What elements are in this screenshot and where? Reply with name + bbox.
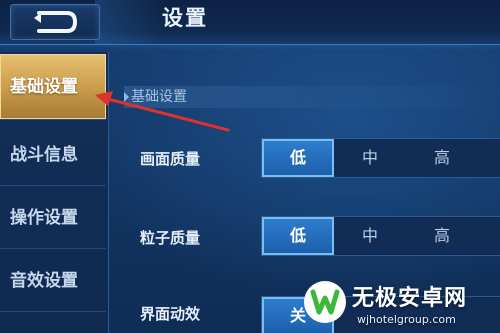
graphics-quality-low[interactable]: 低 — [262, 139, 334, 177]
watermark-site-url: wjhotelgroup.com — [357, 313, 456, 326]
settings-sidebar: 基础设置 战斗信息 操作设置 音效设置 — [0, 52, 109, 333]
watermark-site-name: 无极安卓网 — [352, 286, 468, 311]
back-arrow-icon — [34, 11, 78, 33]
particle-quality-low[interactable]: 低 — [262, 217, 334, 255]
particle-quality-label: 粒子质量 — [140, 229, 201, 247]
sidebar-item-sound[interactable]: 音效设置 — [0, 250, 106, 312]
sidebar-item-label: 基础设置 — [10, 77, 78, 97]
ui-animation-label: 界面动效 — [140, 305, 201, 323]
graphics-quality-medium[interactable]: 中 — [334, 139, 406, 177]
watermark-logo-icon — [304, 281, 346, 323]
header-decoration — [95, 0, 165, 44]
sidebar-item-label: 战斗信息 — [10, 145, 78, 165]
page-title: 设置 — [162, 6, 208, 30]
top-header: 设置 — [0, 0, 500, 45]
sidebar-item-label: 操作设置 — [10, 208, 78, 228]
section-marker-icon — [124, 92, 129, 102]
sidebar-item-basic-settings[interactable]: 基础设置 — [0, 54, 106, 120]
particle-quality-medium[interactable]: 中 — [334, 217, 406, 255]
graphics-quality-high[interactable]: 高 — [406, 139, 478, 177]
settings-screen: 设置 基础设置 战斗信息 操作设置 音效设置 基础设置 画面质量 低 中 高 粒… — [0, 0, 500, 333]
particle-quality-high[interactable]: 高 — [406, 217, 478, 255]
graphics-quality-selector: 低 中 高 — [261, 138, 500, 178]
back-button[interactable] — [10, 4, 100, 40]
sidebar-item-battle-info[interactable]: 战斗信息 — [0, 124, 106, 186]
particle-quality-selector: 低 中 高 — [261, 216, 500, 256]
sidebar-item-label: 音效设置 — [10, 271, 78, 291]
sidebar-item-controls[interactable]: 操作设置 — [0, 187, 106, 249]
section-title: 基础设置 — [131, 89, 187, 105]
graphics-quality-label: 画面质量 — [140, 150, 201, 168]
